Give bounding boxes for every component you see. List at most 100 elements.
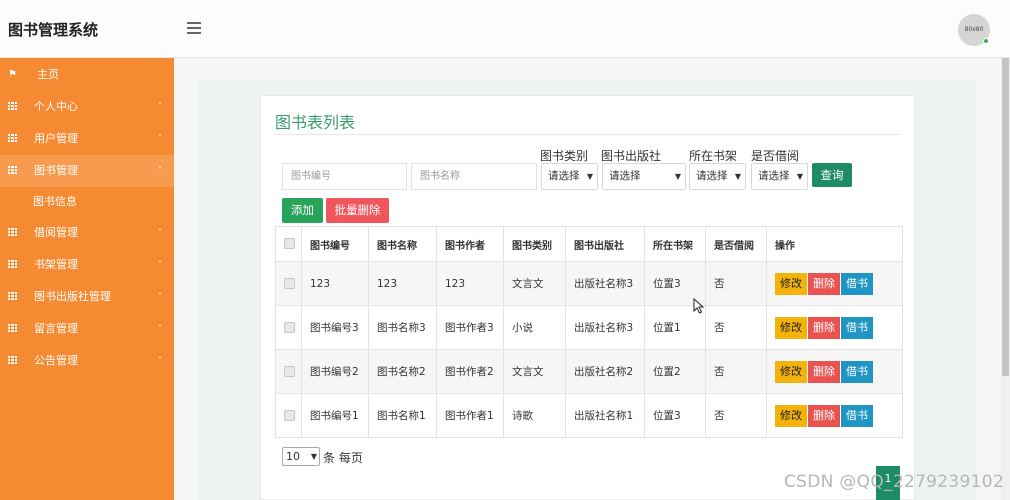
table-row: 图书编号3 图书名称3 图书作者3 小说 出版社名称3 位置1 否 修改 删除 借书 [275, 305, 903, 350]
table-cell: 出版社名称1 [565, 393, 645, 438]
table-cell: 否 [705, 393, 767, 438]
delete-button[interactable]: 删除 [808, 360, 840, 383]
sidebar-item-message-management[interactable]: 留言管理 ˅ [0, 313, 174, 345]
table-header-row: 图书编号 图书名称 图书作者 图书类别 图书出版社 所在书架 是否借阅 操作 [275, 226, 903, 262]
column-header: 图书作者 [436, 226, 504, 262]
page-size-select[interactable]: 10 ▼ [282, 447, 320, 466]
shelf-label: 所在书架 [689, 149, 738, 163]
query-button[interactable]: 查询 [812, 163, 852, 187]
sidebar-item-user-management[interactable]: 用户管理 ˅ [0, 123, 174, 155]
edit-button[interactable]: 修改 [775, 360, 807, 383]
sidebar-item-label: 图书出版社管理 [34, 290, 111, 303]
delete-button[interactable]: 删除 [808, 316, 840, 339]
table-cell: 图书名称3 [368, 305, 437, 350]
watermark: CSDN @QQ_2279239102 [784, 472, 1004, 492]
borrow-button[interactable]: 借书 [841, 404, 873, 427]
delete-button[interactable]: 删除 [808, 272, 840, 295]
table-cell: 文言文 [503, 261, 566, 306]
table-cell: 出版社名称3 [565, 305, 645, 350]
row-checkbox[interactable] [284, 278, 295, 289]
page-title: 图书表列表 [275, 113, 356, 132]
add-button[interactable]: 添加 [282, 198, 323, 223]
shelf-select[interactable]: 请选择 ▼ [689, 163, 746, 190]
online-status-dot [983, 38, 989, 44]
table-cell: 图书名称1 [368, 393, 437, 438]
column-header: 所在书架 [644, 226, 706, 262]
borrowed-select[interactable]: 请选择 ▼ [751, 163, 808, 190]
sidebar-item-home[interactable]: ⚑ 主页 [0, 59, 174, 91]
row-checkbox[interactable] [284, 410, 295, 421]
table-cell: 诗歌 [503, 393, 566, 438]
grid-icon [8, 345, 17, 377]
chevron-down-icon: ▼ [734, 172, 741, 181]
edit-button[interactable]: 修改 [775, 272, 807, 295]
publisher-label: 图书出版社 [601, 149, 662, 163]
sidebar-item-personal-center[interactable]: 个人中心 ˅ [0, 91, 174, 123]
edit-button[interactable]: 修改 [775, 316, 807, 339]
sidebar-item-shelf-management[interactable]: 书架管理 ˅ [0, 249, 174, 281]
book-table: 图书编号 图书名称 图书作者 图书类别 图书出版社 所在书架 是否借阅 操作 1… [275, 226, 903, 438]
book-no-input[interactable]: 图书编号 [282, 163, 407, 190]
title-divider [275, 134, 901, 135]
sidebar-item-book-management[interactable]: 图书管理 ˄ [0, 155, 174, 187]
avatar[interactable]: 80x80 [958, 14, 990, 46]
table-cell: 图书编号3 [301, 305, 369, 350]
table-cell: 出版社名称2 [565, 349, 645, 394]
table-cell: 否 [705, 261, 767, 306]
delete-button[interactable]: 删除 [808, 404, 840, 427]
sidebar-item-borrow-management[interactable]: 借阅管理 ˅ [0, 217, 174, 249]
edit-button[interactable]: 修改 [775, 404, 807, 427]
chevron-down-icon: ˅ [158, 260, 162, 269]
table-cell: 图书作者1 [436, 393, 504, 438]
table-cell: 否 [705, 305, 767, 350]
borrowed-label: 是否借阅 [751, 149, 800, 163]
batch-delete-button[interactable]: 批量删除 [326, 198, 389, 223]
sidebar-item-label: 公告管理 [34, 354, 78, 367]
sidebar-item-label: 图书信息 [33, 195, 77, 208]
table-cell: 图书编号2 [301, 349, 369, 394]
table-cell: 出版社名称3 [565, 261, 645, 306]
page-scrollbar[interactable] [1001, 58, 1010, 500]
scrollbar-thumb[interactable] [1002, 58, 1009, 376]
row-actions: 修改 删除 借书 [766, 393, 903, 438]
table-cell: 图书名称2 [368, 349, 437, 394]
chevron-down-icon: ˅ [158, 102, 162, 111]
grid-icon [8, 281, 17, 313]
sidebar-item-label: 书架管理 [34, 258, 78, 271]
table-cell: 图书作者3 [436, 305, 504, 350]
row-checkbox[interactable] [284, 366, 295, 377]
row-actions: 修改 删除 借书 [766, 349, 903, 394]
borrow-button[interactable]: 借书 [841, 316, 873, 339]
shelf-select-value: 请选择 [696, 170, 728, 182]
category-select[interactable]: 请选择 ▼ [541, 163, 598, 190]
chevron-down-icon: ▼ [586, 172, 593, 181]
select-all-checkbox[interactable] [284, 238, 295, 250]
book-name-input[interactable]: 图书名称 [411, 163, 537, 190]
sidebar-item-label: 图书管理 [34, 164, 78, 177]
sidebar-subitem-book-info[interactable]: 图书信息 [0, 187, 174, 217]
row-actions: 修改 删除 借书 [766, 261, 903, 306]
table-cell: 否 [705, 349, 767, 394]
borrow-button[interactable]: 借书 [841, 272, 873, 295]
page-size-value: 10 [286, 450, 300, 463]
avatar-text: 80x80 [964, 26, 984, 33]
row-checkbox[interactable] [284, 322, 295, 333]
publisher-select[interactable]: 请选择 ▼ [602, 163, 686, 190]
sidebar-item-notice-management[interactable]: 公告管理 ˅ [0, 345, 174, 377]
sidebar-item-publisher-management[interactable]: 图书出版社管理 ˅ [0, 281, 174, 313]
grid-icon [8, 91, 17, 123]
category-select-value: 请选择 [548, 170, 580, 182]
grid-icon [8, 313, 17, 345]
category-label: 图书类别 [540, 149, 589, 163]
sidebar-item-label: 个人中心 [34, 100, 78, 113]
row-checkbox-cell [275, 261, 302, 306]
hamburger-menu-icon[interactable] [187, 22, 201, 34]
grid-icon [8, 123, 17, 155]
table-cell: 小说 [503, 305, 566, 350]
column-header: 是否借阅 [705, 226, 767, 262]
table-cell: 位置3 [644, 393, 706, 438]
borrow-button[interactable]: 借书 [841, 360, 873, 383]
column-header: 图书出版社 [565, 226, 645, 262]
row-checkbox-cell [275, 305, 302, 350]
table-cell: 123 [301, 261, 369, 306]
